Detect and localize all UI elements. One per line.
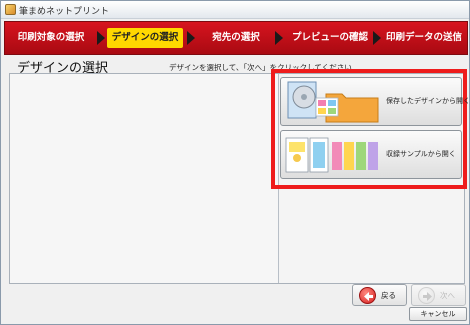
step-arrow-icon (275, 31, 283, 45)
step-arrow-icon (97, 31, 105, 45)
sample-cards-icon (285, 137, 378, 173)
step-select-design: デザインの選択 (107, 28, 183, 48)
back-label: 戻る (381, 291, 396, 300)
back-arrow-icon (359, 287, 376, 304)
app-icon (5, 4, 16, 15)
app-window: 筆まめネットプリント 印刷対象の選択 デザインの選択 宛先の選択 プレビューの確… (0, 0, 470, 325)
back-button[interactable]: 戻る (352, 284, 407, 306)
title-bar: 筆まめネットプリント (1, 1, 469, 19)
step-select-target: 印刷対象の選択 (17, 32, 85, 43)
window-title: 筆まめネットプリント (19, 7, 110, 17)
open-saved-design-label: 保存したデザインから開く (386, 97, 470, 105)
step-arrow-icon (373, 31, 381, 45)
open-sample-label: 収録サンプルから開く (386, 150, 456, 158)
step-bar: 印刷対象の選択 デザインの選択 宛先の選択 プレビューの確認 印刷データの送信 (4, 21, 468, 55)
step-send-data: 印刷データの送信 (385, 32, 462, 43)
step-arrow-icon (187, 31, 195, 45)
design-preview-panel (10, 74, 279, 283)
open-saved-design-button[interactable]: 保存したデザインから開く (280, 77, 470, 126)
next-arrow-icon (418, 287, 435, 304)
cancel-button[interactable]: キャンセル (409, 307, 467, 321)
next-label: 次へ (440, 291, 455, 300)
step-select-address: 宛先の選択 (212, 32, 260, 43)
folder-cd-icon (287, 81, 379, 123)
step-preview: プレビューの確認 (291, 32, 368, 43)
open-sample-button[interactable]: 収録サンプルから開く (280, 130, 462, 179)
next-button[interactable]: 次へ (411, 284, 466, 306)
